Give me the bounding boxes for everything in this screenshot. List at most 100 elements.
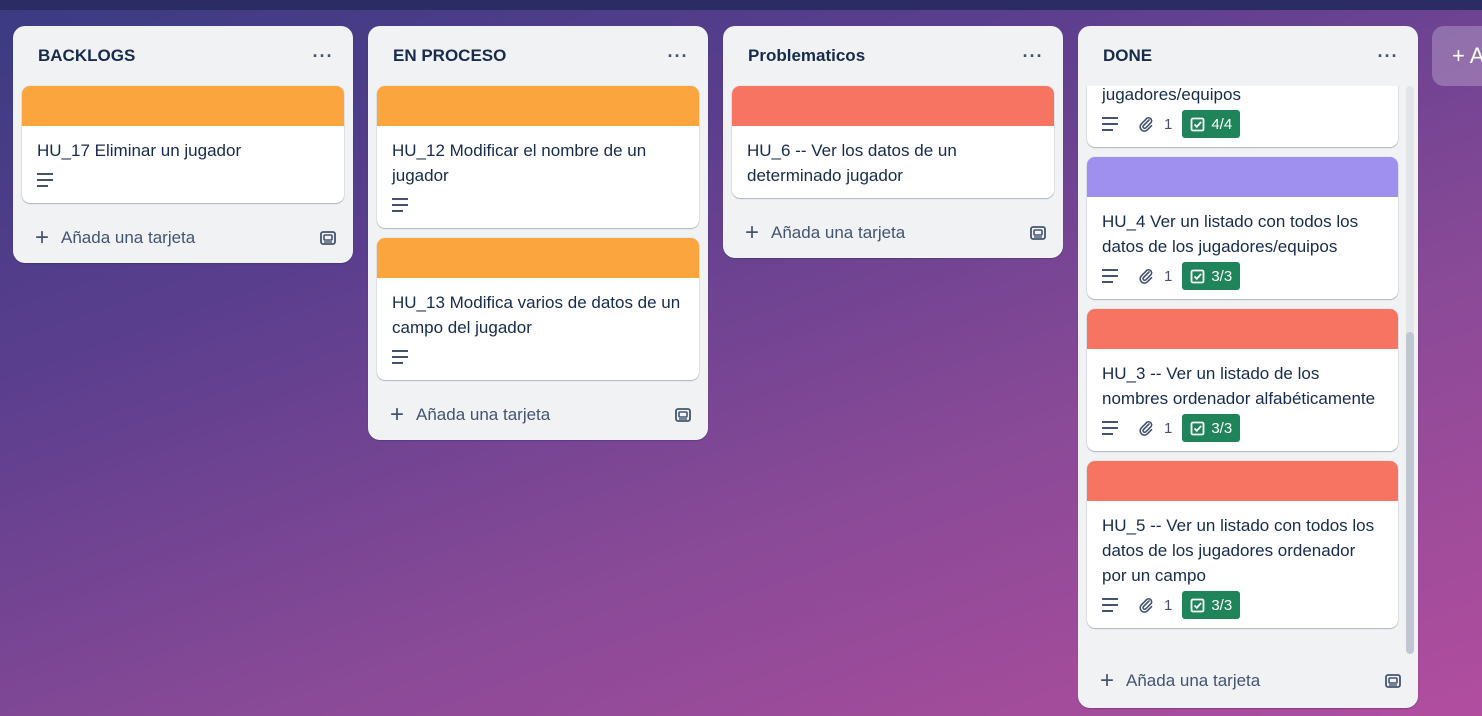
paperclip-icon [1139, 421, 1153, 436]
card-badges: 1 4/4 [1102, 109, 1383, 139]
list-header: Problematicos ··· [723, 26, 1063, 86]
card-cover [377, 238, 699, 278]
add-card-label: Añada una tarjeta [61, 228, 196, 247]
plus-icon: + [745, 219, 760, 246]
list-header: BACKLOGS ··· [13, 26, 353, 86]
card-badges [392, 190, 684, 220]
attachment-count: 1 [1164, 267, 1173, 285]
list-backlogs: BACKLOGS ··· HU_17 Eliminar un jugador +… [13, 26, 353, 263]
checklist-badge: 4/4 [1182, 110, 1241, 138]
list-title[interactable]: DONE [1103, 46, 1152, 66]
add-card-wrap: + Añada una tarjeta [1100, 669, 1260, 693]
add-card-label: Añada una tarjeta [1126, 671, 1261, 690]
scrollbar[interactable] [1406, 86, 1414, 654]
card-template-icon[interactable] [319, 229, 337, 247]
list-problematicos: Problematicos ··· HU_6 -- Ver los datos … [723, 26, 1063, 258]
description-icon [392, 350, 408, 364]
card-template-icon[interactable] [674, 406, 692, 424]
card-badges [392, 342, 684, 372]
card-cover [732, 86, 1054, 126]
ellipsis-icon[interactable]: ··· [309, 42, 337, 70]
card-body: jugadores/equipos 1 4/4 [1087, 86, 1398, 147]
card-list: HU_12 Modificar el nombre de un jugador … [368, 86, 708, 380]
card-badges [37, 165, 329, 195]
card-body: HU_5 -- Ver un listado con todos los dat… [1087, 501, 1398, 628]
card-title: jugadores/equipos [1102, 86, 1241, 104]
add-card-wrap: + Añada una tarjeta [35, 226, 195, 250]
add-card-wrap: + Añada una tarjeta [745, 221, 905, 245]
add-card-button[interactable]: + Añada una tarjeta [368, 390, 708, 440]
description-icon [1102, 269, 1118, 283]
card-badges: 1 3/3 [1102, 413, 1383, 443]
ellipsis-icon[interactable]: ··· [1019, 42, 1047, 70]
checklist-badge: 3/3 [1182, 262, 1241, 290]
add-card-button[interactable]: + Añada una tarjeta [1078, 654, 1418, 708]
card-body: HU_4 Ver un listado con todos los datos … [1087, 197, 1398, 299]
attachment-badge: 1 [1138, 597, 1172, 614]
scrollbar-thumb[interactable] [1406, 332, 1414, 654]
list-header: EN PROCESO ··· [368, 26, 708, 86]
card-title: HU_4 Ver un listado con todos los datos … [1102, 212, 1359, 256]
card[interactable]: HU_5 -- Ver un listado con todos los dat… [1087, 461, 1398, 628]
card-body: HU_3 -- Ver un listado de los nombres or… [1087, 349, 1398, 451]
card-title: HU_6 -- Ver los datos de un determinado … [747, 141, 957, 185]
checkbox-icon [1190, 117, 1205, 131]
plus-icon: + [390, 401, 405, 428]
card-body: HU_12 Modificar el nombre de un jugador [377, 126, 699, 228]
card-cover [1087, 157, 1398, 197]
description-icon [1102, 598, 1118, 612]
card-list: jugadores/equipos 1 4/4 HU_4 Ver un list… [1078, 86, 1418, 628]
card-title: HU_13 Modifica varios de datos de un cam… [392, 293, 681, 337]
card[interactable]: HU_4 Ver un listado con todos los datos … [1087, 157, 1398, 299]
add-card-wrap: + Añada una tarjeta [390, 403, 550, 427]
list-title[interactable]: EN PROCESO [393, 46, 506, 66]
list-en-proceso: EN PROCESO ··· HU_12 Modificar el nombre… [368, 26, 708, 440]
checklist-count: 3/3 [1211, 596, 1233, 614]
list-title[interactable]: BACKLOGS [38, 46, 135, 66]
checklist-count: 3/3 [1211, 419, 1233, 437]
description-icon [37, 173, 53, 187]
card-badges: 1 3/3 [1102, 590, 1383, 620]
paperclip-icon [1139, 269, 1153, 284]
add-list-button[interactable]: + A [1432, 26, 1482, 86]
checklist-badge: 3/3 [1182, 591, 1241, 619]
attachment-badge: 1 [1138, 268, 1172, 285]
card-list-scroll[interactable]: jugadores/equipos 1 4/4 HU_4 Ver un list… [1078, 86, 1418, 654]
description-icon [392, 198, 408, 212]
card[interactable]: HU_12 Modificar el nombre de un jugador [377, 86, 699, 228]
card-cover [1087, 461, 1398, 501]
description-icon [1102, 421, 1118, 435]
card-list: HU_17 Eliminar un jugador [13, 86, 353, 203]
list-title[interactable]: Problematicos [748, 46, 865, 66]
ellipsis-icon[interactable]: ··· [664, 42, 692, 70]
add-card-button[interactable]: + Añada una tarjeta [723, 208, 1063, 258]
checklist-count: 4/4 [1211, 115, 1233, 133]
card-title: HU_12 Modificar el nombre de un jugador [392, 141, 647, 185]
plus-icon: + [1100, 667, 1115, 694]
card[interactable]: HU_6 -- Ver los datos de un determinado … [732, 86, 1054, 198]
checklist-badge: 3/3 [1182, 414, 1241, 442]
list-done: DONE ··· jugadores/equipos 1 4/4 HU_4 Ve… [1078, 26, 1418, 708]
card-body: HU_6 -- Ver los datos de un determinado … [732, 126, 1054, 198]
attachment-count: 1 [1164, 596, 1173, 614]
card[interactable]: jugadores/equipos 1 4/4 [1087, 86, 1398, 147]
card[interactable]: HU_3 -- Ver un listado de los nombres or… [1087, 309, 1398, 451]
description-icon [1102, 117, 1118, 131]
card-cover [22, 86, 344, 126]
card-template-icon[interactable] [1029, 224, 1047, 242]
paperclip-icon [1139, 117, 1153, 132]
add-card-button[interactable]: + Añada una tarjeta [13, 213, 353, 263]
card-title: HU_3 -- Ver un listado de los nombres or… [1102, 364, 1376, 408]
card[interactable]: HU_17 Eliminar un jugador [22, 86, 344, 203]
ellipsis-icon[interactable]: ··· [1374, 42, 1402, 70]
checkbox-icon [1190, 269, 1205, 283]
add-card-label: Añada una tarjeta [771, 223, 906, 242]
list-header: DONE ··· [1078, 26, 1418, 86]
attachment-badge: 1 [1138, 116, 1172, 133]
card-template-icon[interactable] [1384, 672, 1402, 690]
card-title: HU_17 Eliminar un jugador [37, 141, 242, 160]
attachment-count: 1 [1164, 115, 1173, 133]
card[interactable]: HU_13 Modifica varios de datos de un cam… [377, 238, 699, 380]
card-body: HU_13 Modifica varios de datos de un cam… [377, 278, 699, 380]
top-bar [0, 0, 1482, 10]
